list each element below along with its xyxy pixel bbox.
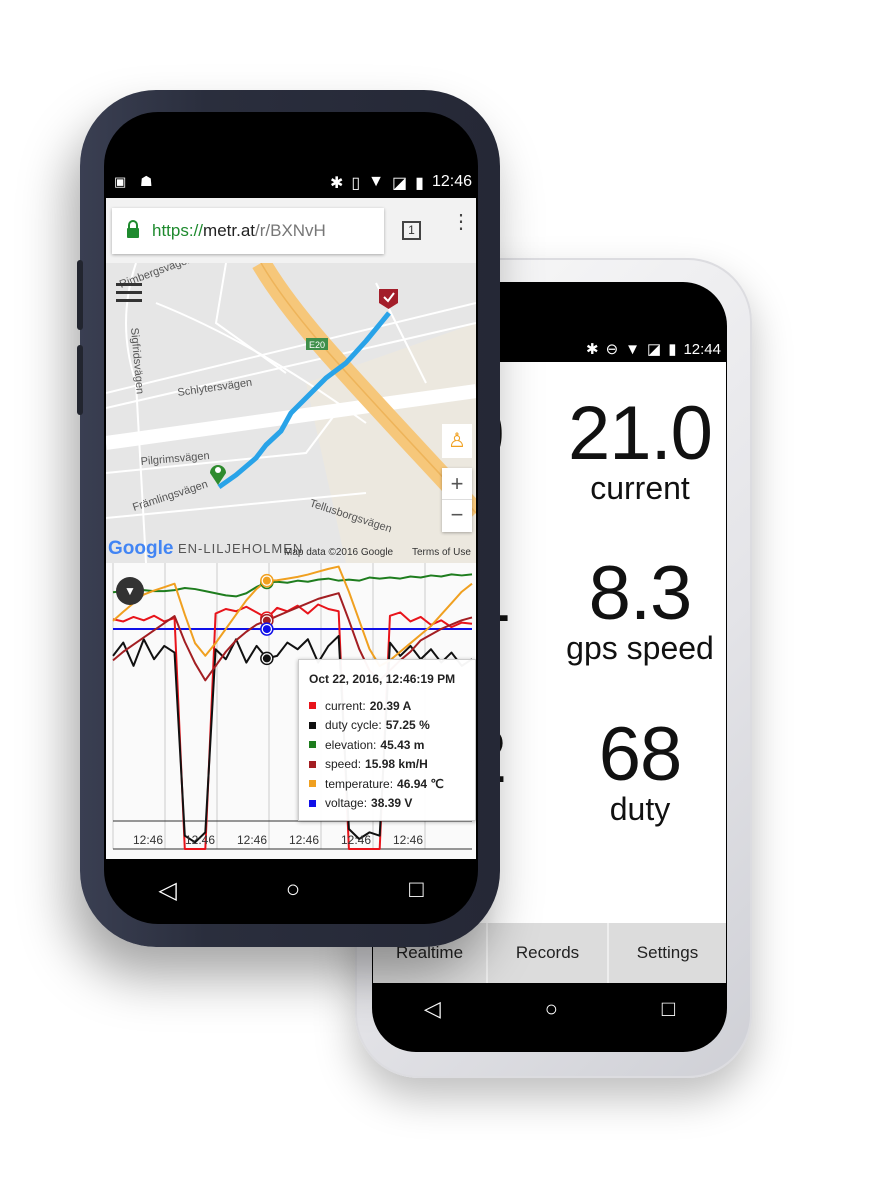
zoom-out-button[interactable]: −: [442, 500, 472, 532]
android-icon: ☗: [140, 173, 153, 189]
tooltip-value: 20.39 A: [369, 698, 412, 713]
x-tick-label: 12:46: [184, 833, 216, 847]
home-icon[interactable]: ○: [545, 996, 558, 1022]
highway-label: E20: [309, 340, 325, 350]
legend-swatch: [309, 760, 316, 768]
url-path: /r/BXNvH: [255, 221, 326, 240]
metric-gps-speed: 8.3 gps speed: [540, 551, 727, 666]
highlight-point: [262, 576, 271, 585]
map-attribution: Map data ©2016 Google: [284, 547, 394, 558]
tooltip-label: temperature: [325, 776, 390, 791]
x-tick-label: 12:46: [288, 833, 320, 847]
url-host: metr.at: [203, 221, 255, 240]
metric-label: gps speed: [566, 630, 714, 666]
legend-swatch: [309, 780, 316, 788]
google-logo: Google: [108, 538, 173, 559]
x-tick-label: 12:46: [392, 833, 424, 847]
highlight-point: [262, 625, 271, 634]
front-phone-screen: ▣ ☗ ✱ ▯ ▼ ◪ ▮ 12:46 https://metr.at/r/BX…: [104, 112, 478, 924]
volume-button: [77, 260, 83, 330]
tooltip-title: Oct 22, 2016, 12:46:19 PM: [309, 672, 456, 686]
street-view-pegman-icon[interactable]: ♙: [442, 424, 472, 458]
status-time: 12:44: [683, 340, 721, 358]
metric-value: 8.3: [588, 551, 693, 636]
tooltip-label: current: [325, 698, 363, 713]
tooltip-row: speed:15.98 km/H: [309, 755, 465, 775]
tab-settings[interactable]: Settings: [609, 923, 726, 983]
tooltip-label: duty cycle: [325, 718, 379, 733]
recents-icon[interactable]: □: [662, 996, 675, 1022]
tooltip-value: 57.25 %: [385, 718, 430, 733]
x-tick-label: 12:46: [132, 833, 164, 847]
terms-link[interactable]: Terms of Use: [412, 547, 471, 558]
metric-value: 68: [598, 712, 683, 797]
tooltip-row: voltage:38.39 V: [309, 794, 465, 814]
tab-switcher-button[interactable]: 1: [402, 221, 421, 240]
tooltip-label: elevation: [325, 737, 374, 752]
image-icon: ▣: [114, 174, 127, 189]
hamburger-menu-icon[interactable]: [116, 283, 142, 303]
zoom-in-button[interactable]: +: [442, 468, 472, 500]
navigation-bar: ◁ ○ □: [372, 983, 727, 1035]
collapse-chart-button[interactable]: ▼: [116, 577, 144, 605]
zoom-controls: + −: [442, 468, 472, 532]
chart-tooltip: Oct 22, 2016, 12:46:19 PM current:20.39 …: [298, 659, 476, 821]
telemetry-chart[interactable]: ▼ 12:46 12:46 12:46 12:46 12:46 12:46 Oct 22,…: [106, 563, 476, 859]
metric-label: current: [590, 470, 690, 506]
map[interactable]: E20 Rimbergsvägen Sigfridsvägen Schlyter…: [106, 263, 476, 563]
wifi-icon: ▼: [368, 173, 385, 190]
battery-charging-icon: ▮: [668, 341, 677, 358]
tooltip-label: voltage: [325, 796, 364, 811]
do-not-disturb-icon: ⊖: [605, 341, 619, 358]
map-canvas: E20 Rimbergsvägen Sigfridsvägen Schlyter…: [106, 263, 476, 563]
battery-charging-icon: ▮: [415, 175, 424, 192]
status-time: 12:46: [431, 173, 472, 190]
back-icon[interactable]: ◁: [158, 876, 176, 905]
url-scheme: https://: [152, 221, 204, 240]
tooltip-value: 38.39 V: [371, 796, 413, 811]
tooltip-row: current:20.39 A: [309, 696, 465, 716]
metric-value: 21.0: [568, 391, 713, 476]
url-field[interactable]: https://metr.at/r/BXNvH: [112, 208, 384, 254]
legend-swatch: [309, 721, 316, 729]
metric-current: 21.0 current: [540, 391, 727, 506]
legend-swatch: [309, 702, 316, 710]
highlight-point: [262, 654, 271, 663]
status-bar: ✱ ⊖ ▼ ◪ ▮ 12:44: [585, 340, 721, 359]
tooltip-value: 15.98 km/H: [365, 757, 428, 772]
legend-swatch: [309, 799, 316, 807]
x-tick-label: 12:46: [340, 833, 372, 847]
bluetooth-icon: ✱: [329, 175, 344, 192]
home-icon[interactable]: ○: [286, 876, 301, 904]
back-icon[interactable]: ◁: [424, 996, 441, 1022]
power-button: [77, 345, 83, 415]
menu-kebab-icon[interactable]: ⋮: [451, 212, 471, 232]
no-sim-icon: ◪: [392, 175, 408, 192]
tooltip-row: duty cycle:57.25 %: [309, 716, 465, 736]
metric-label: duty: [609, 791, 671, 827]
no-sim-icon: ◪: [647, 341, 662, 358]
lock-icon: [126, 220, 140, 238]
tooltip-row: temperature:46.94 ℃: [309, 774, 465, 794]
navigation-bar: ◁ ○ □: [104, 859, 478, 921]
vibrate-icon: ▯: [351, 175, 361, 192]
tooltip-value: 46.94 ℃: [397, 776, 444, 791]
recents-icon[interactable]: □: [409, 876, 424, 904]
tooltip-label: speed: [325, 757, 358, 772]
status-bar: ▣ ☗ ✱ ▯ ▼ ◪ ▮ 12:46: [104, 170, 478, 198]
tab-records[interactable]: Records: [488, 923, 609, 983]
tooltip-value: 45.43 m: [380, 737, 425, 752]
legend-swatch: [309, 741, 316, 749]
metric-duty: 68 duty: [540, 712, 727, 827]
x-tick-label: 12:46: [236, 833, 268, 847]
browser-toolbar: https://metr.at/r/BXNvH 1 ⋮: [106, 198, 476, 263]
bluetooth-icon: ✱: [585, 341, 599, 358]
tooltip-row: elevation:45.43 m: [309, 735, 465, 755]
status-icons: ✱ ▯ ▼ ◪ ▮ 12:46: [330, 173, 472, 193]
wifi-icon: ▼: [625, 340, 640, 358]
